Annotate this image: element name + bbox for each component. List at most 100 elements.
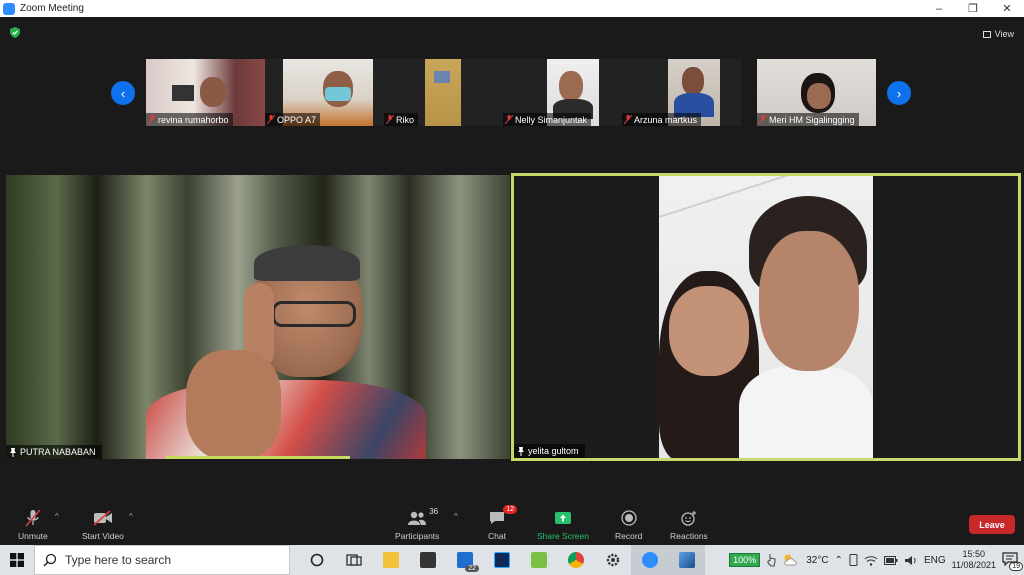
photos-icon (678, 552, 695, 568)
start-video-button[interactable]: Start Video (82, 509, 124, 541)
participant-thumbnail[interactable]: OPPO A7 (265, 59, 384, 126)
chrome-icon (567, 552, 584, 568)
video-person-glasses (272, 301, 356, 327)
cortana-circle-icon (310, 553, 323, 567)
reactions-button[interactable]: Reactions (670, 509, 708, 541)
next-page-button[interactable]: › (887, 81, 911, 105)
leave-button[interactable]: Leave (969, 515, 1015, 534)
language-indicator[interactable]: ENG (924, 555, 946, 566)
wifi-icon[interactable] (864, 555, 878, 566)
video-tile-right[interactable]: yelita gultom (511, 173, 1021, 461)
store-button[interactable] (409, 545, 446, 575)
system-tray: 100% 32°C ⌃ ENG 15:50 11/08/2021 19 (729, 545, 1024, 575)
gear-icon (606, 553, 619, 567)
tray-expand-chevron-icon[interactable]: ⌃ (835, 555, 843, 566)
mail-button[interactable]: 22 (446, 545, 483, 575)
task-view-icon (345, 554, 362, 566)
notepad-button[interactable] (520, 545, 557, 575)
record-icon (621, 510, 637, 526)
file-explorer-button[interactable] (372, 545, 409, 575)
notification-count: 19 (1009, 562, 1023, 571)
temperature[interactable]: 32°C (806, 555, 828, 566)
unmute-button[interactable]: Unmute (18, 509, 48, 541)
share-screen-icon (554, 512, 571, 524)
window-titlebar: Zoom Meeting – ❐ ✕ (0, 0, 1024, 17)
chat-button[interactable]: 12 Chat (487, 505, 517, 541)
share-screen-button[interactable]: Share Screen (537, 509, 589, 541)
video-frame (659, 176, 873, 458)
zoom-icon (641, 552, 658, 568)
participants-count: 36 (429, 507, 439, 516)
close-button[interactable]: ✕ (990, 0, 1024, 17)
battery-icon[interactable] (883, 555, 898, 565)
muted-mic-icon (624, 115, 632, 124)
video-hand (186, 350, 281, 459)
video-off-icon (93, 510, 112, 526)
participant-name-label: Riko (384, 113, 419, 126)
record-button[interactable]: Record (615, 509, 642, 541)
clock-date: 11/08/2021 (951, 560, 996, 570)
participant-name-label: Meri HM Sigalingging (757, 113, 859, 126)
start-button[interactable] (0, 545, 34, 575)
search-icon (43, 553, 57, 567)
photoshop-icon (493, 552, 510, 568)
participants-button[interactable]: 36 Participants (395, 507, 439, 541)
minimize-button[interactable]: – (922, 0, 956, 17)
participant-thumbnail[interactable]: Meri HM Sigalingging (757, 59, 876, 126)
muted-mic-icon (505, 115, 513, 124)
video-name-tag: PUTRA NABABAN (6, 445, 102, 459)
photos-taskbar-button[interactable] (668, 545, 705, 575)
muted-mic-icon (25, 509, 41, 527)
taskbar-search[interactable]: Type here to search (34, 545, 290, 575)
shield-icon[interactable] (10, 27, 20, 38)
muted-mic-icon (267, 115, 275, 124)
view-button[interactable]: View (982, 27, 1014, 41)
grid-icon (982, 30, 991, 38)
taskbar-apps: 22 (298, 545, 705, 575)
cortana-button[interactable] (298, 545, 335, 575)
video-name-tag: yelita gultom (514, 444, 585, 458)
participant-name-label: Nelly Simanjuntak (503, 113, 592, 126)
touch-icon (767, 554, 776, 567)
previous-page-button[interactable]: ‹ (111, 81, 135, 105)
action-center-button[interactable]: 19 (1002, 552, 1023, 571)
settings-button[interactable] (594, 545, 631, 575)
phone-link-icon[interactable] (849, 554, 858, 566)
photoshop-button[interactable] (483, 545, 520, 575)
chevron-right-icon: › (896, 85, 902, 101)
windows-logo-icon (10, 553, 24, 567)
chrome-button[interactable] (557, 545, 594, 575)
clock-time: 15:50 (962, 549, 986, 559)
participant-thumbnail[interactable]: Arzuna martkus (622, 59, 741, 126)
muted-mic-icon (759, 115, 767, 124)
taskbar-clock[interactable]: 15:50 11/08/2021 (952, 549, 996, 571)
window-controls: – ❐ ✕ (922, 0, 1024, 17)
battery-percentage[interactable]: 100% (729, 553, 761, 567)
audio-options-caret[interactable]: ^ (55, 512, 59, 521)
task-view-button[interactable] (335, 545, 372, 575)
participant-thumbnail[interactable]: Nelly Simanjuntak (503, 59, 622, 126)
maximize-button[interactable]: ❐ (956, 0, 990, 17)
pin-icon (518, 446, 524, 456)
weather-cloud-sun-icon[interactable] (782, 553, 800, 567)
notepad-icon (530, 552, 547, 568)
participant-thumbnail[interactable]: revina rumahorbo (146, 59, 265, 126)
video-options-caret[interactable]: ^ (129, 512, 133, 521)
view-label: View (994, 29, 1014, 39)
meeting-toolbar: Unmute ^ Start Video ^ 36 Participants ^ (0, 495, 1024, 545)
muted-mic-icon (386, 115, 394, 124)
chevron-left-icon: ‹ (120, 85, 126, 101)
video-person-hair (254, 245, 360, 281)
zoom-taskbar-button[interactable] (631, 545, 668, 575)
chat-badge: 12 (503, 505, 517, 514)
window-title: Zoom Meeting (20, 3, 84, 14)
participants-options-caret[interactable]: ^ (454, 512, 458, 521)
participant-name-label: Arzuna martkus (622, 113, 702, 126)
muted-mic-icon (148, 115, 156, 124)
store-bag-icon (419, 552, 436, 568)
speaker-icon[interactable] (904, 555, 918, 566)
participant-thumbnail[interactable]: Riko (384, 59, 503, 126)
video-tile-left[interactable]: PUTRA NABABAN (6, 175, 510, 459)
search-placeholder: Type here to search (65, 553, 172, 567)
participant-name-label: revina rumahorbo (146, 113, 233, 126)
